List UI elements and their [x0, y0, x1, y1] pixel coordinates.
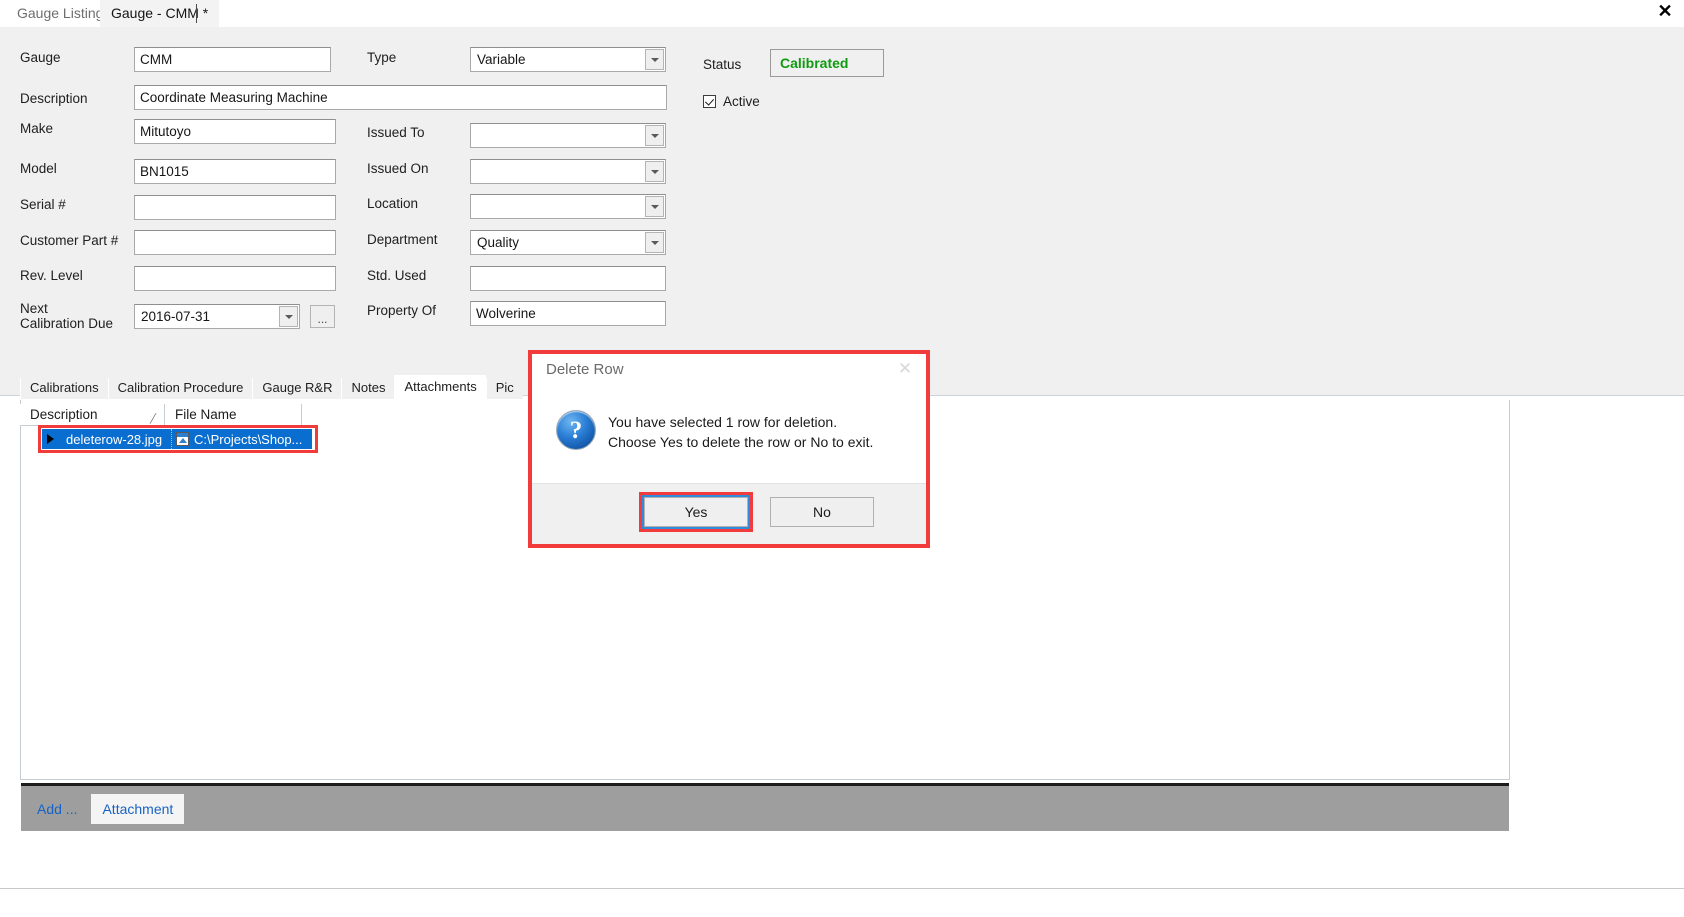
status-badge: Calibrated	[770, 49, 884, 77]
location-combo[interactable]	[470, 194, 666, 219]
label-description: Description	[20, 91, 88, 106]
label-issued-to: Issued To	[367, 125, 425, 140]
column-header-description[interactable]: Description ╱	[20, 404, 165, 426]
label-property-of: Property Of	[367, 303, 437, 318]
label-model: Model	[20, 161, 57, 176]
issued-to-value	[477, 124, 641, 147]
application-window: Gauge Listing Gauge - CMM * ✕ Gauge Desc…	[0, 0, 1684, 917]
next-calibration-due-value: 2016-07-31	[141, 309, 211, 324]
document-tab-gauge-listing[interactable]: Gauge Listing	[6, 0, 114, 27]
cell-file-name: C:\Projects\Shop...	[172, 429, 312, 449]
document-tab-label: Gauge Listing	[17, 5, 104, 21]
chevron-down-icon[interactable]	[645, 161, 664, 182]
tab-attachments[interactable]: Attachments	[394, 375, 486, 400]
column-header-label: Description	[30, 407, 98, 422]
location-value	[477, 195, 641, 218]
rev-level-input[interactable]	[134, 266, 336, 291]
label-department: Department	[367, 232, 438, 247]
tab-label: Notes	[351, 380, 386, 395]
active-checkbox-label: Active	[723, 94, 760, 109]
make-input[interactable]	[134, 119, 336, 144]
tab-calibrations[interactable]: Calibrations	[20, 378, 108, 399]
document-tab-gauge-cmm[interactable]: Gauge - CMM *	[100, 0, 220, 27]
checkmark-icon	[703, 95, 716, 108]
chevron-down-icon[interactable]	[645, 49, 664, 70]
tab-label: Gauge R&R	[262, 380, 333, 395]
customer-part-input[interactable]	[134, 230, 336, 255]
tab-pictures[interactable]: Pic	[485, 378, 523, 399]
row-selector-arrow-icon[interactable]	[42, 429, 59, 449]
question-mark-icon: ?	[556, 410, 596, 450]
department-value: Quality	[477, 235, 520, 250]
label-location: Location	[367, 196, 419, 211]
label-make: Make	[20, 121, 54, 136]
tab-gauge-rr[interactable]: Gauge R&R	[252, 378, 342, 399]
type-combo[interactable]: Variable	[470, 47, 666, 72]
image-file-icon	[176, 432, 189, 446]
column-header-file-name[interactable]: File Name	[165, 404, 302, 426]
tab-notes[interactable]: Notes	[341, 378, 395, 399]
column-header-label: File Name	[175, 407, 237, 422]
attachments-toolbar: Add ... Attachment	[21, 783, 1509, 831]
active-checkbox[interactable]: Active	[703, 94, 760, 109]
grid-header-row: Description ╱ File Name	[20, 404, 302, 426]
cell-file-name-text: C:\Projects\Shop...	[194, 431, 303, 447]
tab-label: Attachments	[404, 379, 477, 394]
label-customer-part: Customer Part #	[20, 233, 119, 248]
label-type: Type	[367, 50, 397, 65]
table-row[interactable]: deleterow-28.jpg C:\Projects\Shop...	[42, 429, 312, 449]
issued-on-value	[477, 160, 641, 183]
section-tab-strip: Calibrations Calibration Procedure Gauge…	[20, 375, 523, 400]
chevron-down-icon[interactable]	[279, 306, 298, 327]
cell-description: deleterow-28.jpg	[59, 429, 172, 449]
chevron-down-icon[interactable]	[645, 232, 664, 253]
model-input[interactable]	[134, 159, 336, 184]
tab-calibration-procedure[interactable]: Calibration Procedure	[107, 378, 253, 399]
serial-number-input[interactable]	[134, 195, 336, 220]
close-icon[interactable]: ✕	[1654, 0, 1676, 22]
dialog-body: ? You have selected 1 row for deletion. …	[532, 390, 926, 484]
dialog-message-line-1: You have selected 1 row for deletion.	[608, 414, 838, 430]
add-link[interactable]: Add ...	[31, 797, 83, 821]
description-input[interactable]	[134, 85, 667, 110]
next-calibration-due-combo[interactable]: 2016-07-31	[134, 304, 300, 329]
label-std-used: Std. Used	[367, 268, 427, 283]
tab-label: Pic	[495, 380, 514, 395]
attachment-button[interactable]: Attachment	[91, 793, 185, 824]
chevron-down-icon[interactable]	[645, 196, 664, 217]
label-serial-number: Serial #	[20, 197, 66, 212]
dialog-title: Delete Row	[546, 361, 624, 378]
status-value: Calibrated	[780, 55, 849, 71]
tab-label: Calibrations	[30, 380, 99, 395]
dialog-message-line-2: Choose Yes to delete the row or No to ex…	[608, 434, 874, 450]
gauge-form-panel: Gauge Description Make Model Serial # Cu…	[0, 27, 1684, 396]
dialog-message: You have selected 1 row for deletion. Ch…	[608, 412, 873, 452]
no-button[interactable]: No	[770, 497, 874, 527]
delete-row-dialog: Delete Row ✕ ? You have selected 1 row f…	[532, 354, 926, 544]
label-gauge: Gauge	[20, 50, 61, 65]
issued-on-combo[interactable]	[470, 159, 666, 184]
window-bottom-strip	[0, 889, 1684, 917]
label-rev-level: Rev. Level	[20, 268, 83, 283]
department-combo[interactable]: Quality	[470, 230, 666, 255]
document-tab-strip: Gauge Listing Gauge - CMM * ✕	[0, 0, 1684, 28]
label-status: Status	[703, 57, 742, 72]
label-issued-on: Issued On	[367, 161, 429, 176]
document-tab-label: Gauge - CMM *	[111, 5, 209, 21]
dialog-close-icon[interactable]: ✕	[894, 358, 916, 380]
sort-indicator-icon: ╱	[149, 414, 156, 425]
type-value: Variable	[477, 52, 526, 67]
label-next-calibration-due: Next Calibration Due	[20, 301, 114, 331]
next-calibration-due-browse-button[interactable]: ...	[310, 305, 335, 328]
tab-label: Calibration Procedure	[117, 380, 244, 395]
property-of-input[interactable]	[470, 301, 666, 326]
gauge-input[interactable]	[134, 47, 331, 72]
chevron-down-icon[interactable]	[645, 125, 664, 146]
issued-to-combo[interactable]	[470, 123, 666, 148]
tab-caret	[196, 4, 197, 23]
yes-button[interactable]: Yes	[644, 497, 748, 527]
dialog-footer: Yes No	[532, 483, 926, 544]
std-used-input[interactable]	[470, 266, 666, 291]
